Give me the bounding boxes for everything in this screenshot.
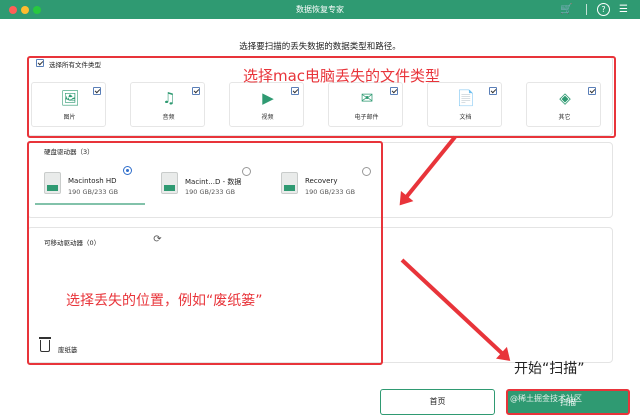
annotation-text-scan: 开始“扫描” bbox=[514, 361, 585, 377]
help-icon[interactable]: ? bbox=[597, 3, 610, 16]
window-title: 数据恢复专家 bbox=[296, 5, 344, 14]
annotation-text-location: 选择丢失的位置，例如“废纸篓” bbox=[66, 293, 263, 309]
cart-icon[interactable]: 🛒 bbox=[560, 3, 573, 16]
title-bar: 数据恢复专家 🛒 ? ☰ bbox=[0, 0, 640, 19]
annotation-text-types: 选择mac电脑丢失的文件类型 bbox=[243, 67, 441, 85]
page-heading: 选择要扫描的丢失数据的数据类型和路径。 bbox=[239, 42, 401, 52]
annotation-box-location bbox=[27, 141, 383, 365]
home-button[interactable]: 首页 bbox=[380, 389, 495, 415]
menu-icon[interactable]: ☰ bbox=[617, 3, 630, 16]
toolbar-divider bbox=[586, 4, 587, 15]
watermark: @稀土掘金技术社区 bbox=[510, 394, 582, 403]
